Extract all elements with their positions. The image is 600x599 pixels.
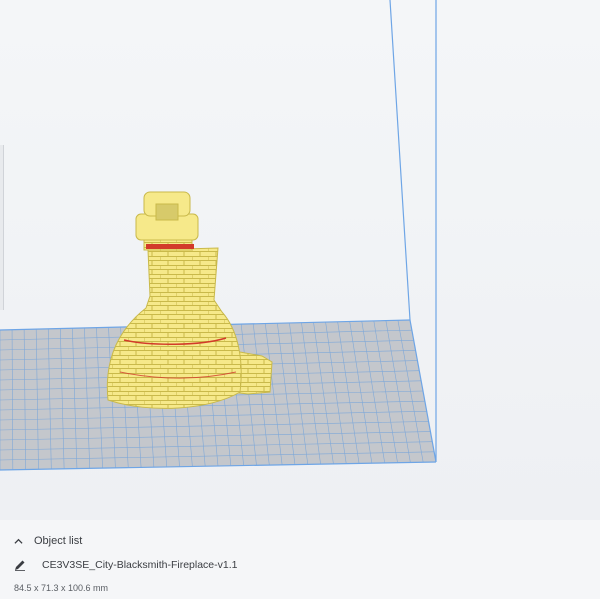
chevron-up-icon: [14, 538, 23, 544]
object-list-item[interactable]: CE3V3SE_City-Blacksmith-Fireplace-v1.1: [14, 558, 237, 572]
model-blacksmith-fireplace[interactable]: [106, 191, 273, 409]
build-volume-scene[interactable]: [0, 0, 600, 520]
object-list-label: Object list: [34, 535, 83, 547]
object-name: CE3V3SE_City-Blacksmith-Fireplace-v1.1: [42, 559, 238, 571]
side-panel-tab[interactable]: [0, 145, 4, 310]
object-list-toggle[interactable]: Object list: [14, 534, 82, 548]
3d-viewport[interactable]: [0, 0, 600, 520]
object-dimensions: 84.5 x 71.3 x 100.6 mm: [14, 583, 109, 593]
pencil-icon[interactable]: [14, 559, 26, 571]
